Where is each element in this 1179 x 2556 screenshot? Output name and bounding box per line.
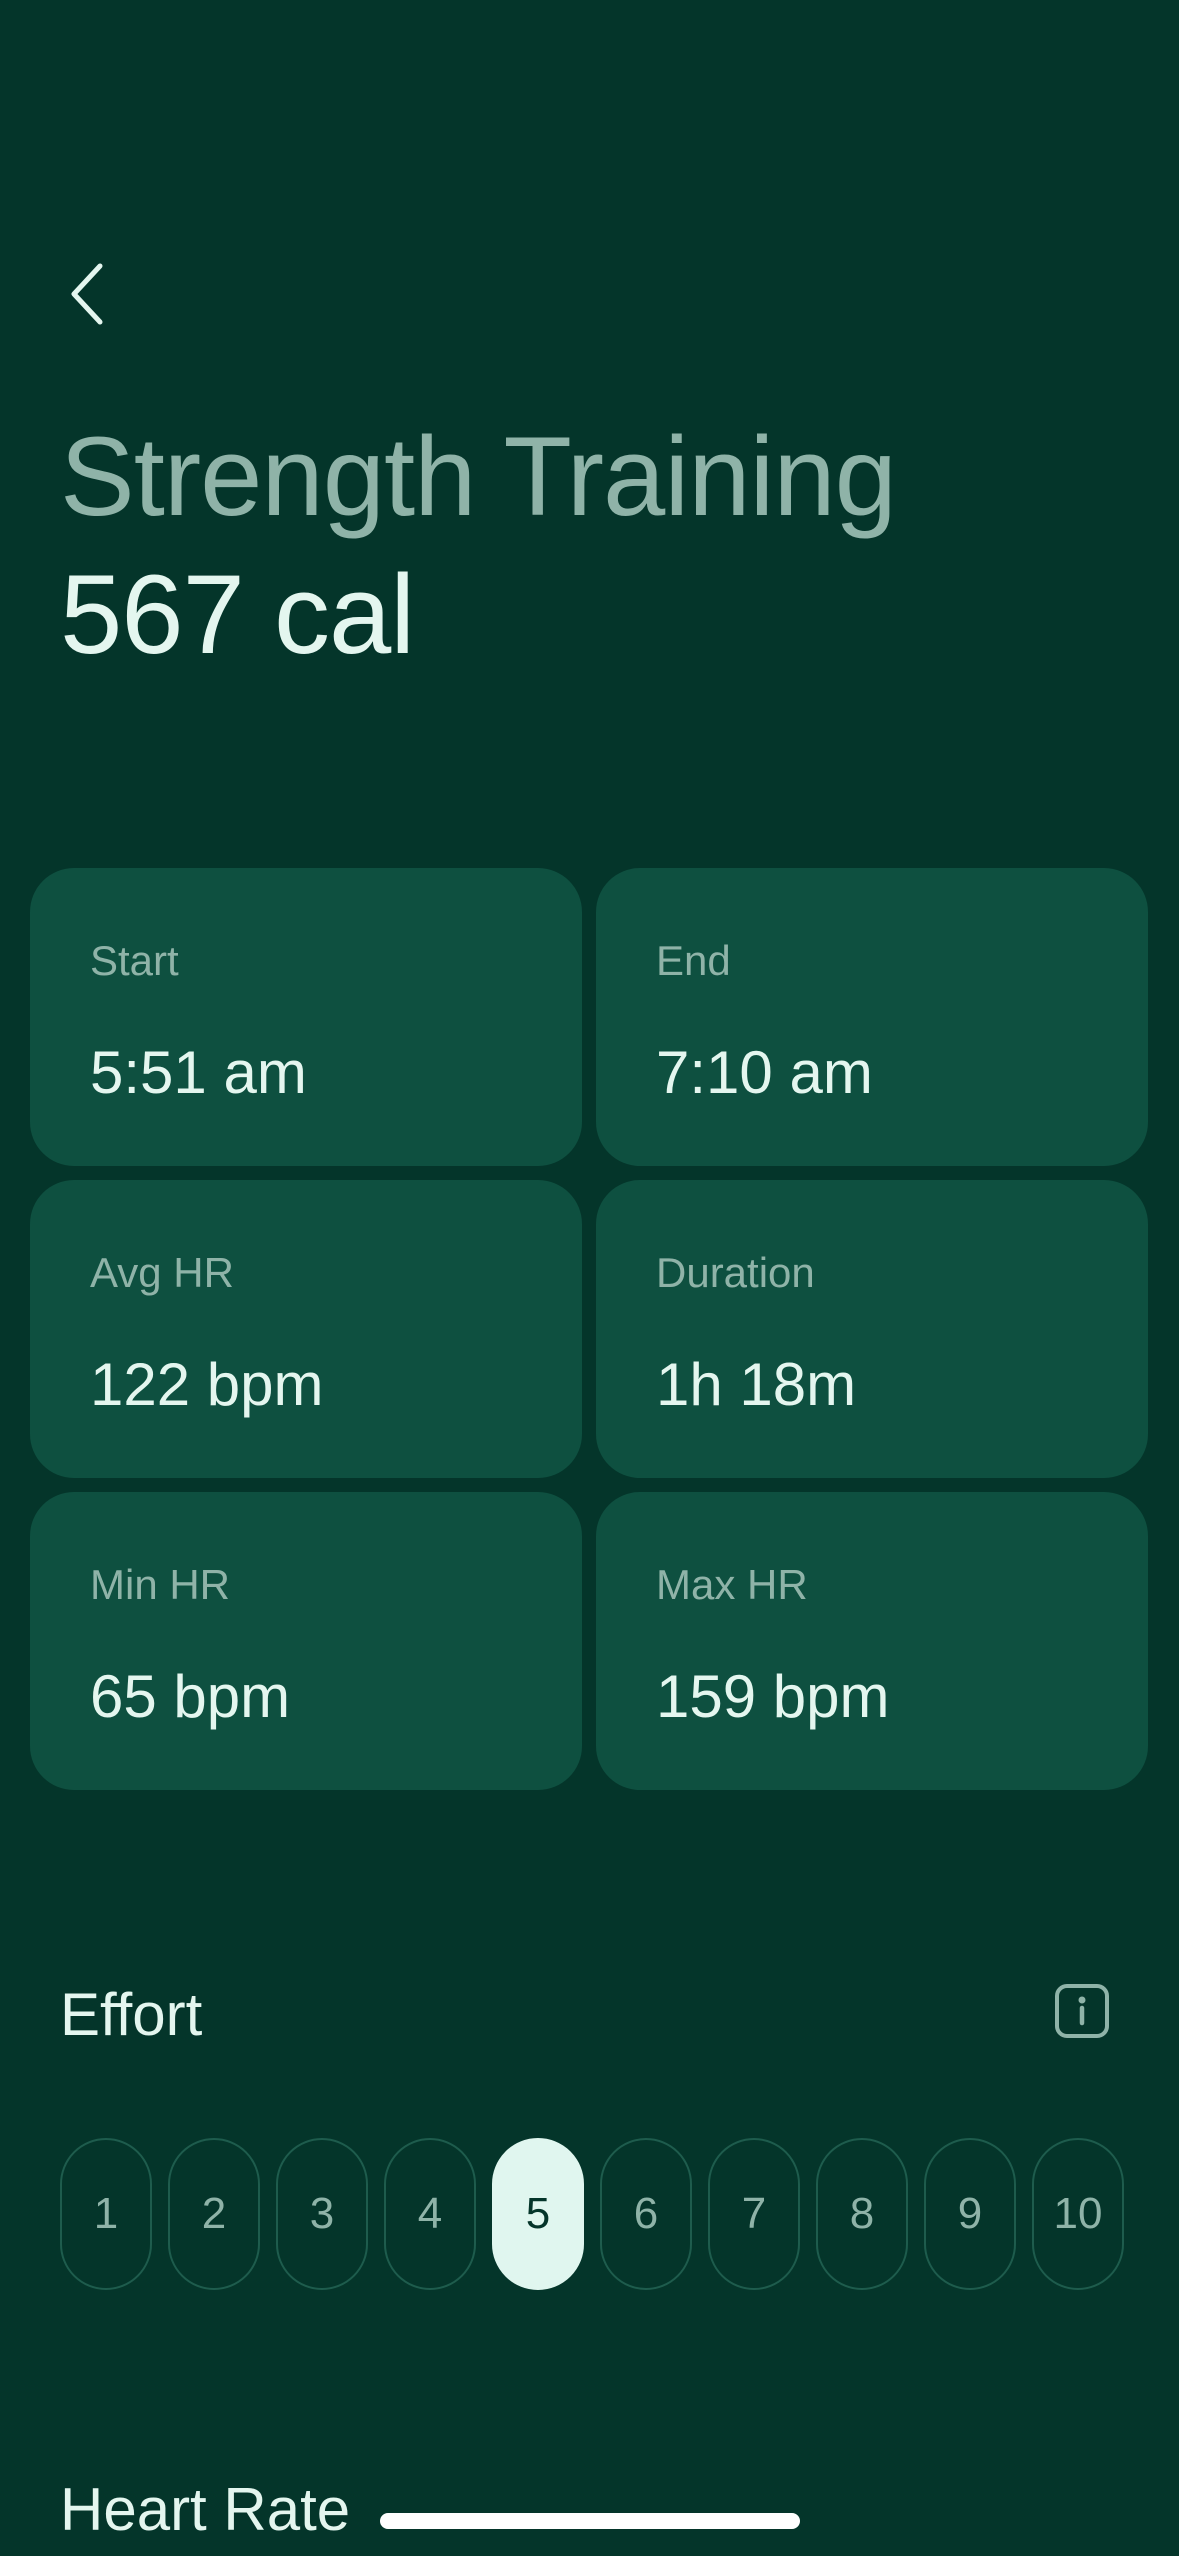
stat-value: 1h 18m bbox=[656, 1351, 857, 1418]
stat-card-duration: Duration 1h 18m bbox=[596, 1180, 1148, 1478]
stat-label: End bbox=[656, 937, 731, 984]
stat-card-end: End 7:10 am bbox=[596, 868, 1148, 1166]
effort-heading: Effort bbox=[60, 1981, 203, 2048]
effort-option-7[interactable]: 7 bbox=[708, 2138, 800, 2290]
stat-card-start: Start 5:51 am bbox=[30, 868, 582, 1166]
back-button[interactable] bbox=[58, 256, 118, 332]
stat-card-avg-hr: Avg HR 122 bpm bbox=[30, 1180, 582, 1478]
stat-value: 7:10 am bbox=[656, 1039, 873, 1106]
heart-rate-heading: Heart Rate bbox=[60, 2476, 351, 2543]
stat-label: Duration bbox=[656, 1249, 815, 1296]
stat-label: Avg HR bbox=[90, 1249, 234, 1296]
effort-option-8[interactable]: 8 bbox=[816, 2138, 908, 2290]
stat-value: 159 bpm bbox=[656, 1663, 890, 1730]
stats-grid: Start 5:51 am End 7:10 am Avg HR 122 bpm… bbox=[30, 868, 1148, 1790]
effort-option-5[interactable]: 5 bbox=[492, 2138, 584, 2290]
stat-value: 122 bpm bbox=[90, 1351, 324, 1418]
stat-card-min-hr: Min HR 65 bpm bbox=[30, 1492, 582, 1790]
effort-option-6[interactable]: 6 bbox=[600, 2138, 692, 2290]
effort-option-10[interactable]: 10 bbox=[1032, 2138, 1124, 2290]
calories-value: 567 cal bbox=[60, 552, 415, 677]
effort-info-button[interactable] bbox=[1054, 1983, 1110, 2039]
effort-option-3[interactable]: 3 bbox=[276, 2138, 368, 2290]
page-title: Strength Training bbox=[60, 414, 897, 539]
effort-option-4[interactable]: 4 bbox=[384, 2138, 476, 2290]
info-icon bbox=[1055, 1984, 1109, 2038]
stat-value: 5:51 am bbox=[90, 1039, 307, 1106]
stat-label: Start bbox=[90, 937, 179, 984]
stat-label: Min HR bbox=[90, 1561, 231, 1608]
stat-value: 65 bpm bbox=[90, 1663, 291, 1730]
chevron-left-icon bbox=[71, 263, 103, 325]
effort-option-9[interactable]: 9 bbox=[924, 2138, 1016, 2290]
home-indicator[interactable] bbox=[380, 2513, 800, 2529]
effort-option-1[interactable]: 1 bbox=[60, 2138, 152, 2290]
stat-card-max-hr: Max HR 159 bpm bbox=[596, 1492, 1148, 1790]
effort-option-2[interactable]: 2 bbox=[168, 2138, 260, 2290]
stat-label: Max HR bbox=[656, 1561, 808, 1608]
effort-selector: 1 2 3 4 5 6 7 8 9 10 bbox=[60, 2138, 1124, 2290]
